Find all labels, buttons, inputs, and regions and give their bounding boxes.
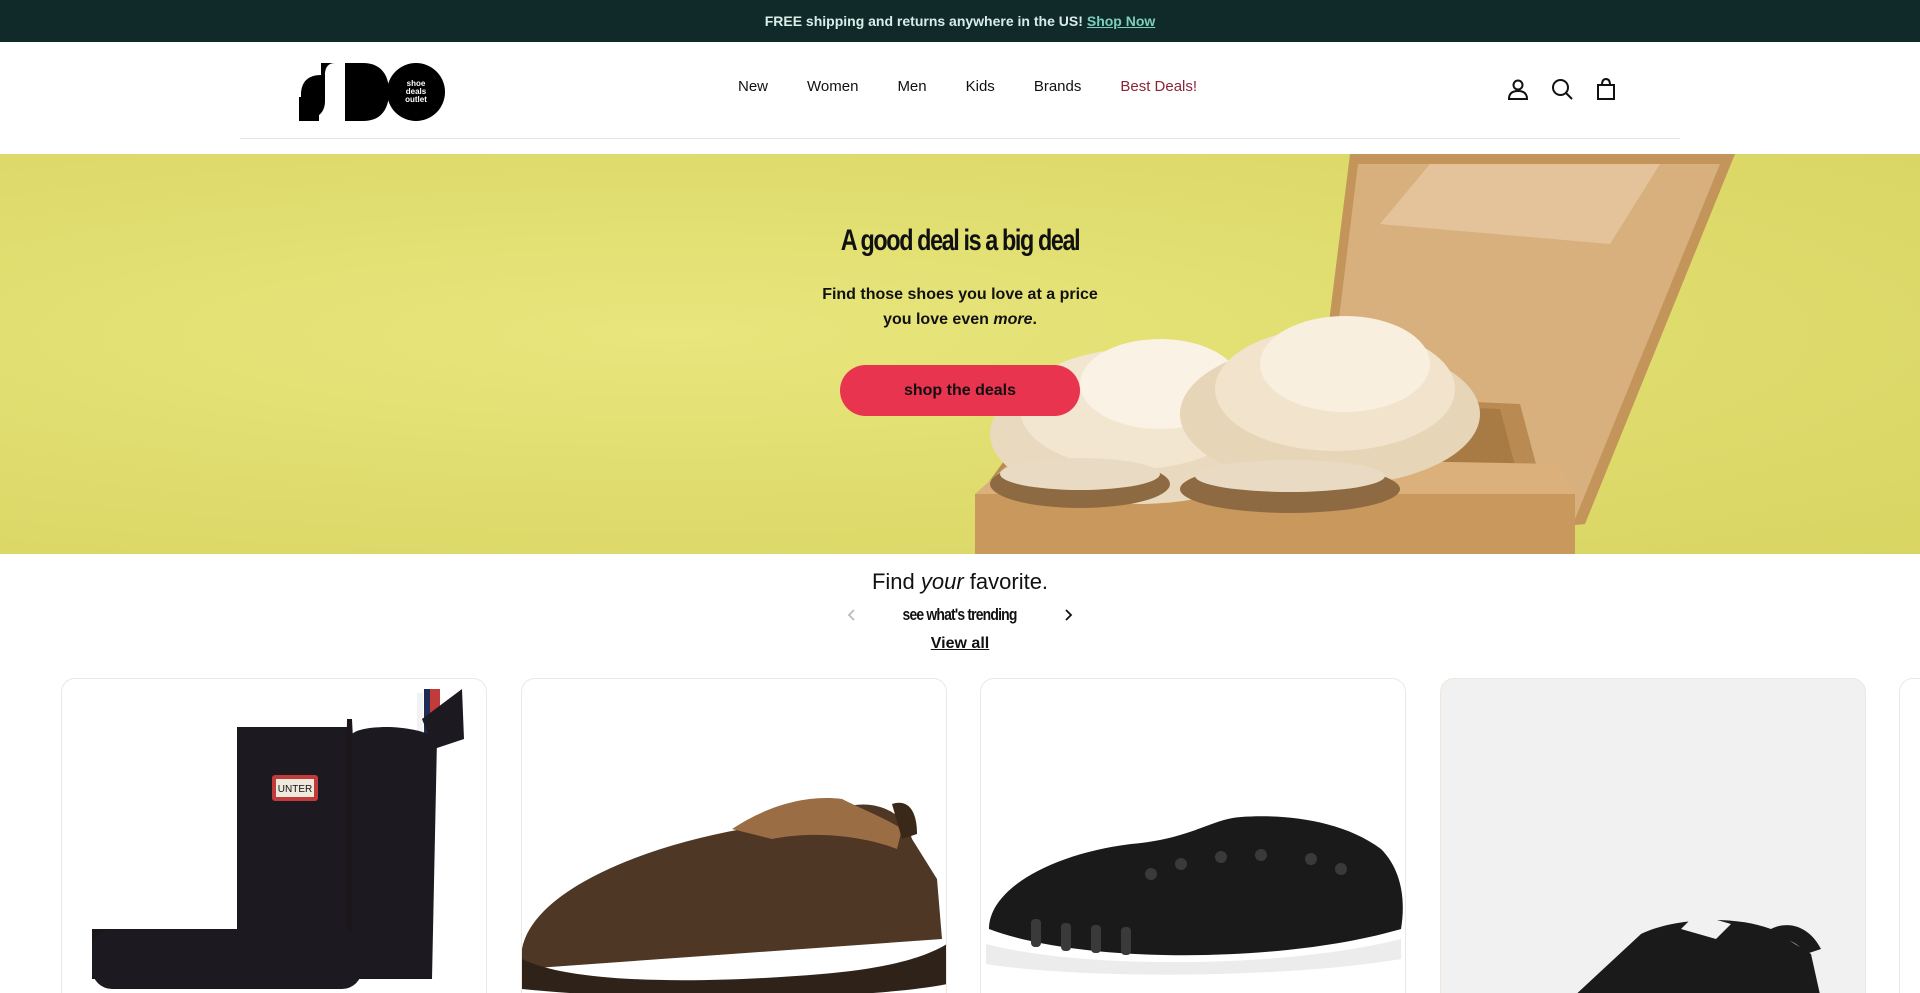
trending-label: see what's trending xyxy=(902,605,1018,624)
nav-best-deals[interactable]: Best Deals! xyxy=(1120,78,1197,95)
section-title-end: favorite. xyxy=(963,569,1049,594)
section-title-start: Find xyxy=(871,569,921,594)
announcement-text: FREE shipping and returns anywhere in th… xyxy=(764,13,1083,29)
view-all-link[interactable]: View all xyxy=(860,635,1060,653)
hero-subtitle-end: . xyxy=(1032,311,1037,328)
site-header: shoe deals outlet New Women Men Kids Bra… xyxy=(0,42,1920,139)
nav-brands[interactable]: Brands xyxy=(1034,78,1082,95)
shop-the-deals-button[interactable]: shop the deals xyxy=(840,365,1080,416)
product-card[interactable] xyxy=(1899,678,1920,993)
hero-subtitle: Find those shoes you love at a price you… xyxy=(820,282,1100,332)
product-card[interactable]: UNTER xyxy=(61,678,487,993)
hero-title: A good deal is a big deal xyxy=(840,224,1081,257)
main-nav: New Women Men Kids Brands Best Deals! xyxy=(738,78,1197,95)
black-sandal-image xyxy=(1577,914,1821,993)
shop-now-link[interactable]: Shop Now xyxy=(1087,13,1155,29)
slippers-in-box-image xyxy=(975,154,1735,554)
svg-text:UNTER: UNTER xyxy=(278,784,312,795)
black-boat-shoe-image xyxy=(986,816,1403,975)
product-card[interactable] xyxy=(980,678,1406,993)
svg-text:outlet: outlet xyxy=(405,95,427,104)
trending-carousel-controls: see what's trending xyxy=(840,600,1080,630)
black-rain-boot-image: UNTER xyxy=(92,689,464,989)
nav-women[interactable]: Women xyxy=(807,78,858,95)
sdo-logo-icon: shoe deals outlet xyxy=(299,63,445,121)
section-title: Find your favorite. xyxy=(760,569,1160,595)
cart-icon[interactable] xyxy=(1594,77,1618,101)
header-divider xyxy=(240,138,1680,139)
hero-banner: A good deal is a big deal Find those sho… xyxy=(0,154,1920,554)
product-card[interactable] xyxy=(1440,678,1866,993)
nav-new[interactable]: New xyxy=(738,78,768,95)
logo[interactable]: shoe deals outlet xyxy=(299,61,446,121)
hero-subtitle-text: Find those shoes you love at a price you… xyxy=(822,286,1098,328)
brown-garden-shoe-image xyxy=(522,798,946,993)
product-card[interactable] xyxy=(521,678,947,993)
chevron-left-icon[interactable] xyxy=(840,603,864,627)
search-icon[interactable] xyxy=(1550,77,1574,101)
header-icons xyxy=(1506,77,1618,101)
hero-subtitle-emphasis: more xyxy=(993,311,1033,328)
nav-men[interactable]: Men xyxy=(897,78,926,95)
announcement-bar: FREE shipping and returns anywhere in th… xyxy=(0,0,1920,42)
product-carousel: UNTER xyxy=(0,678,1920,993)
account-icon[interactable] xyxy=(1506,77,1530,101)
chevron-right-icon[interactable] xyxy=(1056,603,1080,627)
nav-kids[interactable]: Kids xyxy=(966,78,995,95)
section-title-emphasis: your xyxy=(920,569,964,594)
